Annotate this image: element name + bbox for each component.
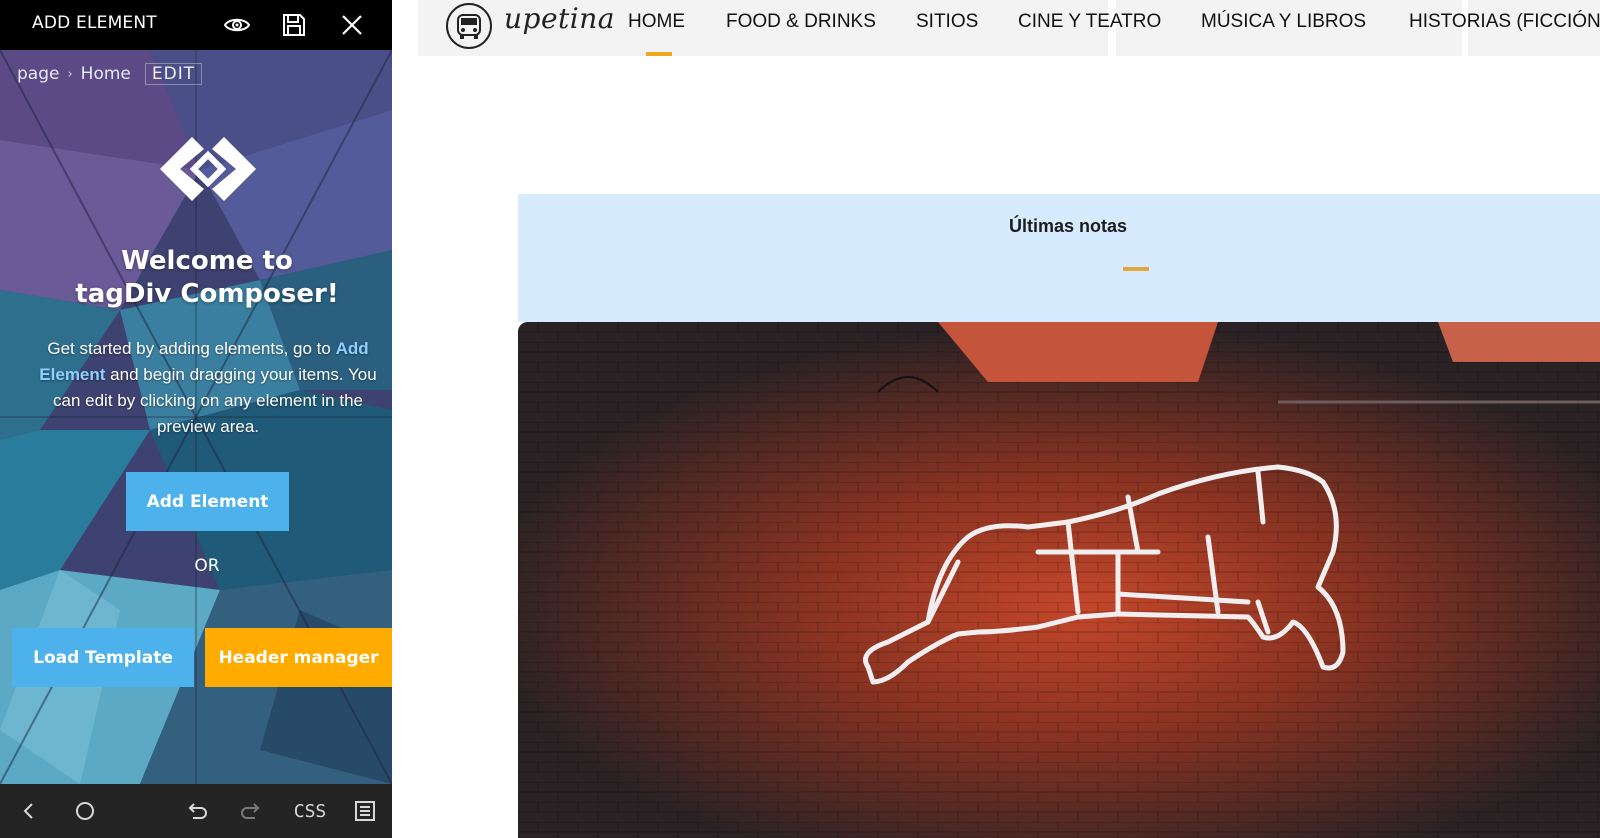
panel-title: ADD ELEMENT xyxy=(32,13,157,33)
eye-icon[interactable] xyxy=(220,8,254,42)
breadcrumb: page › Home EDIT xyxy=(17,63,203,85)
edit-badge[interactable]: EDIT xyxy=(144,63,203,85)
css-icon[interactable]: CSS xyxy=(290,796,330,826)
load-template-button[interactable]: Load Template xyxy=(12,628,194,687)
chevron-right-icon: › xyxy=(67,66,73,82)
redo-icon[interactable] xyxy=(236,796,266,826)
add-element-button[interactable]: Add Element xyxy=(126,472,289,531)
site-navbar xyxy=(418,0,1600,56)
or-label: OR xyxy=(194,556,220,576)
welcome-line-1: Welcome to xyxy=(121,246,293,276)
save-icon[interactable] xyxy=(277,8,311,42)
back-icon[interactable] xyxy=(14,796,44,826)
panel-bottombar: CSS xyxy=(0,784,392,838)
breadcrumb-item-home[interactable]: Home xyxy=(81,64,131,84)
panel-topbar: ADD ELEMENT xyxy=(0,0,392,50)
preview-area[interactable] xyxy=(392,0,1600,838)
composer-panel: ADD ELEMENT page › Home EDIT Welcome to … xyxy=(0,0,392,838)
tagdiv-logo-icon xyxy=(160,137,256,201)
undo-icon[interactable] xyxy=(182,796,212,826)
circle-icon[interactable] xyxy=(70,796,100,826)
close-icon[interactable] xyxy=(335,8,369,42)
welcome-heading: Welcome to tagDiv Composer! xyxy=(0,245,392,311)
breadcrumb-item-page[interactable]: page xyxy=(17,64,59,84)
header-manager-button[interactable]: Header manager xyxy=(205,628,392,687)
desc-text-before: Get started by adding elements, go to xyxy=(47,339,331,358)
welcome-line-2: tagDiv Composer! xyxy=(75,279,339,309)
menu-icon[interactable] xyxy=(350,796,380,826)
welcome-description: Get started by adding elements, go to Ad… xyxy=(30,336,386,440)
